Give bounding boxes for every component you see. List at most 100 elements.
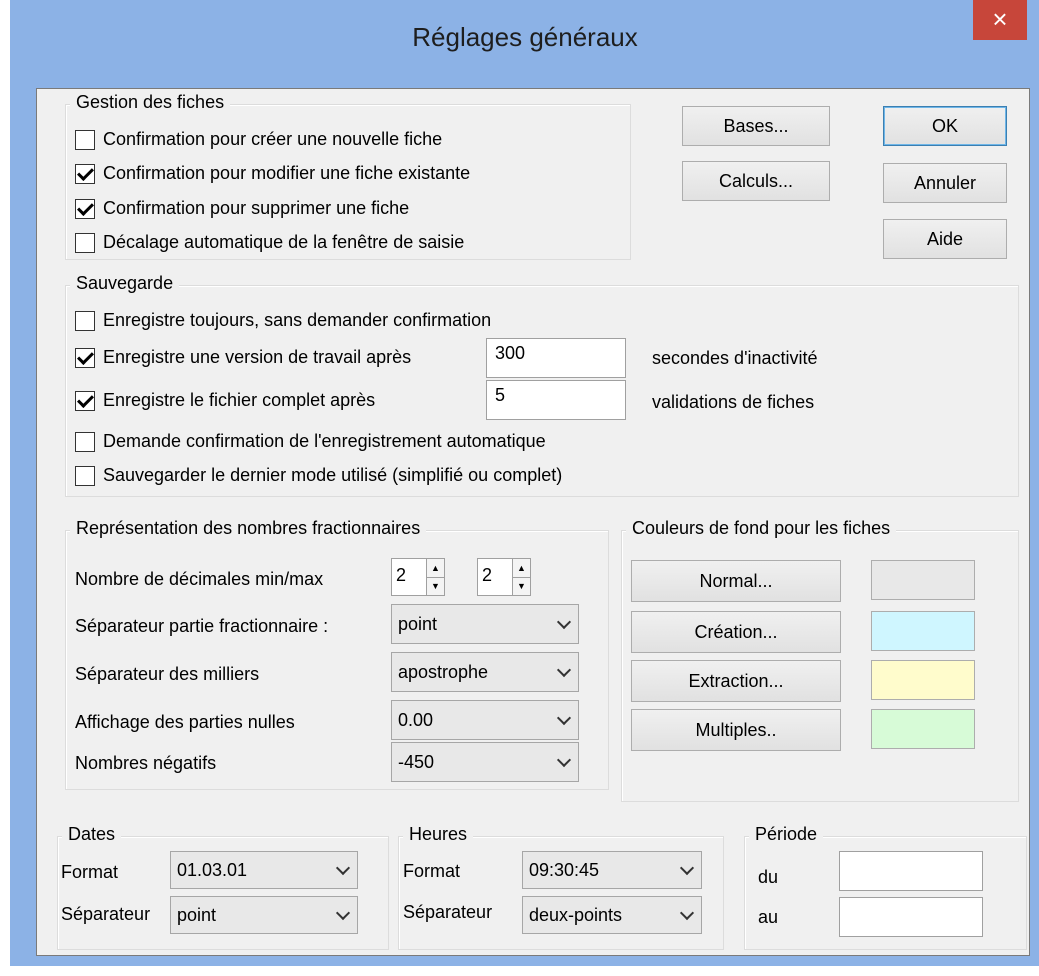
group-dates: Dates Format 01.03.01 Séparateur point <box>57 824 389 950</box>
work-version-seconds-input[interactable]: 300 <box>486 338 626 378</box>
group-couleurs-legend: Couleurs de fond pour les fiches <box>626 518 897 539</box>
dates-sep-value: point <box>177 904 217 925</box>
periode-du-label: du <box>758 867 779 887</box>
chevron-down-icon <box>679 860 695 876</box>
frac-sep-label: Séparateur partie fractionnaire : <box>75 616 329 636</box>
group-couleurs-fond: Couleurs de fond pour les fiches Normal.… <box>621 518 1019 802</box>
negative-label: Nombres négatifs <box>75 753 217 773</box>
checkbox-box[interactable] <box>75 232 95 253</box>
checkbox-label: Confirmation pour supprimer une fiche <box>103 198 410 218</box>
dialog-client-area: Gestion des fiches Confirmation pour cré… <box>36 88 1030 956</box>
spin-down-icon[interactable]: ▼ <box>513 576 530 595</box>
full-file-count-input[interactable]: 5 <box>486 380 626 420</box>
negative-value: -450 <box>398 751 435 772</box>
group-sauvegarde: Sauvegarde Enregistre toujours, sans dem… <box>65 273 1019 497</box>
heures-sep-select[interactable]: deux-points <box>522 896 702 934</box>
checkbox-label: Enregistre le fichier complet après <box>103 390 376 410</box>
decimals-min-spinner[interactable]: 2 ▲ ▼ <box>391 558 445 596</box>
checkbox-confirm-modify[interactable]: Confirmation pour modifier une fiche exi… <box>75 163 470 184</box>
full-file-suffix: validations de fiches <box>652 392 815 412</box>
periode-au-input[interactable] <box>839 897 983 937</box>
heures-format-select[interactable]: 09:30:45 <box>522 851 702 889</box>
checkbox-full-file[interactable]: Enregistre le fichier complet après <box>75 390 375 411</box>
checkbox-confirm-autosave[interactable]: Demande confirmation de l'enregistrement… <box>75 431 546 452</box>
checkbox-label: Confirmation pour créer une nouvelle fic… <box>103 129 443 149</box>
frac-sep-value: point <box>398 613 438 634</box>
checkbox-label: Décalage automatique de la fenêtre de sa… <box>103 232 465 252</box>
checkbox-confirm-create[interactable]: Confirmation pour créer une nouvelle fic… <box>75 129 442 150</box>
dates-format-select[interactable]: 01.03.01 <box>170 851 358 889</box>
thousands-select[interactable]: apostrophe <box>391 652 579 692</box>
checkbox-box-checked[interactable] <box>75 163 95 184</box>
color-multiples-swatch <box>871 709 975 749</box>
bases-button[interactable]: Bases... <box>682 106 830 146</box>
color-normal-swatch <box>871 560 975 600</box>
spin-up-icon[interactable]: ▲ <box>427 559 444 577</box>
frac-sep-select[interactable]: point <box>391 604 579 644</box>
ok-button[interactable]: OK <box>883 106 1007 146</box>
checkbox-box[interactable] <box>75 465 95 486</box>
group-gestion-fiches: Gestion des fiches Confirmation pour cré… <box>65 92 631 260</box>
group-heures: Heures Format 09:30:45 Séparateur deux-p… <box>398 824 724 950</box>
color-creation-button[interactable]: Création... <box>631 611 841 653</box>
checkbox-label: Sauvegarder le dernier mode utilisé (sim… <box>103 465 563 485</box>
heures-format-label: Format <box>403 861 461 881</box>
checkbox-box-checked[interactable] <box>75 347 95 368</box>
close-button[interactable]: × <box>973 0 1027 40</box>
dates-format-label: Format <box>61 862 119 882</box>
dates-format-value: 01.03.01 <box>177 859 248 880</box>
decimals-label: Nombre de décimales min/max <box>75 569 324 589</box>
periode-au-label: au <box>758 907 779 927</box>
group-heures-legend: Heures <box>403 824 474 845</box>
title-bar[interactable]: Réglages généraux × <box>10 0 1039 88</box>
zeros-label: Affichage des parties nulles <box>75 712 295 732</box>
dialog-window: Réglages généraux × Gestion des fiches C… <box>10 0 1039 966</box>
negative-select[interactable]: -450 <box>391 742 579 782</box>
chevron-down-icon <box>556 614 572 630</box>
checkbox-box[interactable] <box>75 310 95 331</box>
checkbox-save-last-mode[interactable]: Sauvegarder le dernier mode utilisé (sim… <box>75 465 562 486</box>
group-sauvegarde-legend: Sauvegarde <box>70 273 180 294</box>
periode-du-input[interactable] <box>839 851 983 891</box>
heures-sep-value: deux-points <box>529 904 623 925</box>
checkbox-box[interactable] <box>75 431 95 452</box>
checkbox-box-checked[interactable] <box>75 198 95 219</box>
decimals-max-spinner[interactable]: 2 ▲ ▼ <box>477 558 531 596</box>
chevron-down-icon <box>556 710 572 726</box>
dates-sep-label: Séparateur <box>61 904 151 924</box>
zeros-select[interactable]: 0.00 <box>391 700 579 740</box>
chevron-down-icon <box>556 752 572 768</box>
checkbox-label: Enregistre une version de travail après <box>103 347 412 367</box>
color-multiples-button[interactable]: Multiples.. <box>631 709 841 751</box>
spin-up-icon[interactable]: ▲ <box>513 559 530 577</box>
help-button[interactable]: Aide <box>883 219 1007 259</box>
color-creation-swatch <box>871 611 975 651</box>
group-periode-legend: Période <box>749 824 824 845</box>
decimals-max-value[interactable]: 2 <box>477 558 513 596</box>
group-dates-legend: Dates <box>62 824 122 845</box>
chevron-down-icon <box>335 905 351 921</box>
cancel-button[interactable]: Annuler <box>883 163 1007 203</box>
thousands-label: Séparateur des milliers <box>75 664 260 684</box>
group-nombres-legend: Représentation des nombres fractionnaire… <box>70 518 427 539</box>
checkbox-work-version[interactable]: Enregistre une version de travail après <box>75 347 411 368</box>
dialog-title: Réglages généraux <box>412 22 638 52</box>
dates-sep-select[interactable]: point <box>170 896 358 934</box>
color-extraction-swatch <box>871 660 975 700</box>
checkbox-box[interactable] <box>75 129 95 150</box>
calculs-button[interactable]: Calculs... <box>682 161 830 201</box>
decimals-min-value[interactable]: 2 <box>391 558 427 596</box>
zeros-value: 0.00 <box>398 709 434 730</box>
spin-down-icon[interactable]: ▼ <box>427 576 444 595</box>
checkbox-always-save[interactable]: Enregistre toujours, sans demander confi… <box>75 310 491 331</box>
heures-format-value: 09:30:45 <box>529 859 600 880</box>
checkbox-box-checked[interactable] <box>75 390 95 411</box>
color-normal-button[interactable]: Normal... <box>631 560 841 602</box>
checkbox-auto-offset[interactable]: Décalage automatique de la fenêtre de sa… <box>75 232 464 253</box>
color-extraction-button[interactable]: Extraction... <box>631 660 841 702</box>
work-version-suffix: secondes d'inactivité <box>652 348 818 368</box>
checkbox-label: Demande confirmation de l'enregistrement… <box>103 431 546 451</box>
checkbox-confirm-delete[interactable]: Confirmation pour supprimer une fiche <box>75 198 409 219</box>
thousands-value: apostrophe <box>398 661 489 682</box>
group-gestion-fiches-legend: Gestion des fiches <box>70 92 231 113</box>
